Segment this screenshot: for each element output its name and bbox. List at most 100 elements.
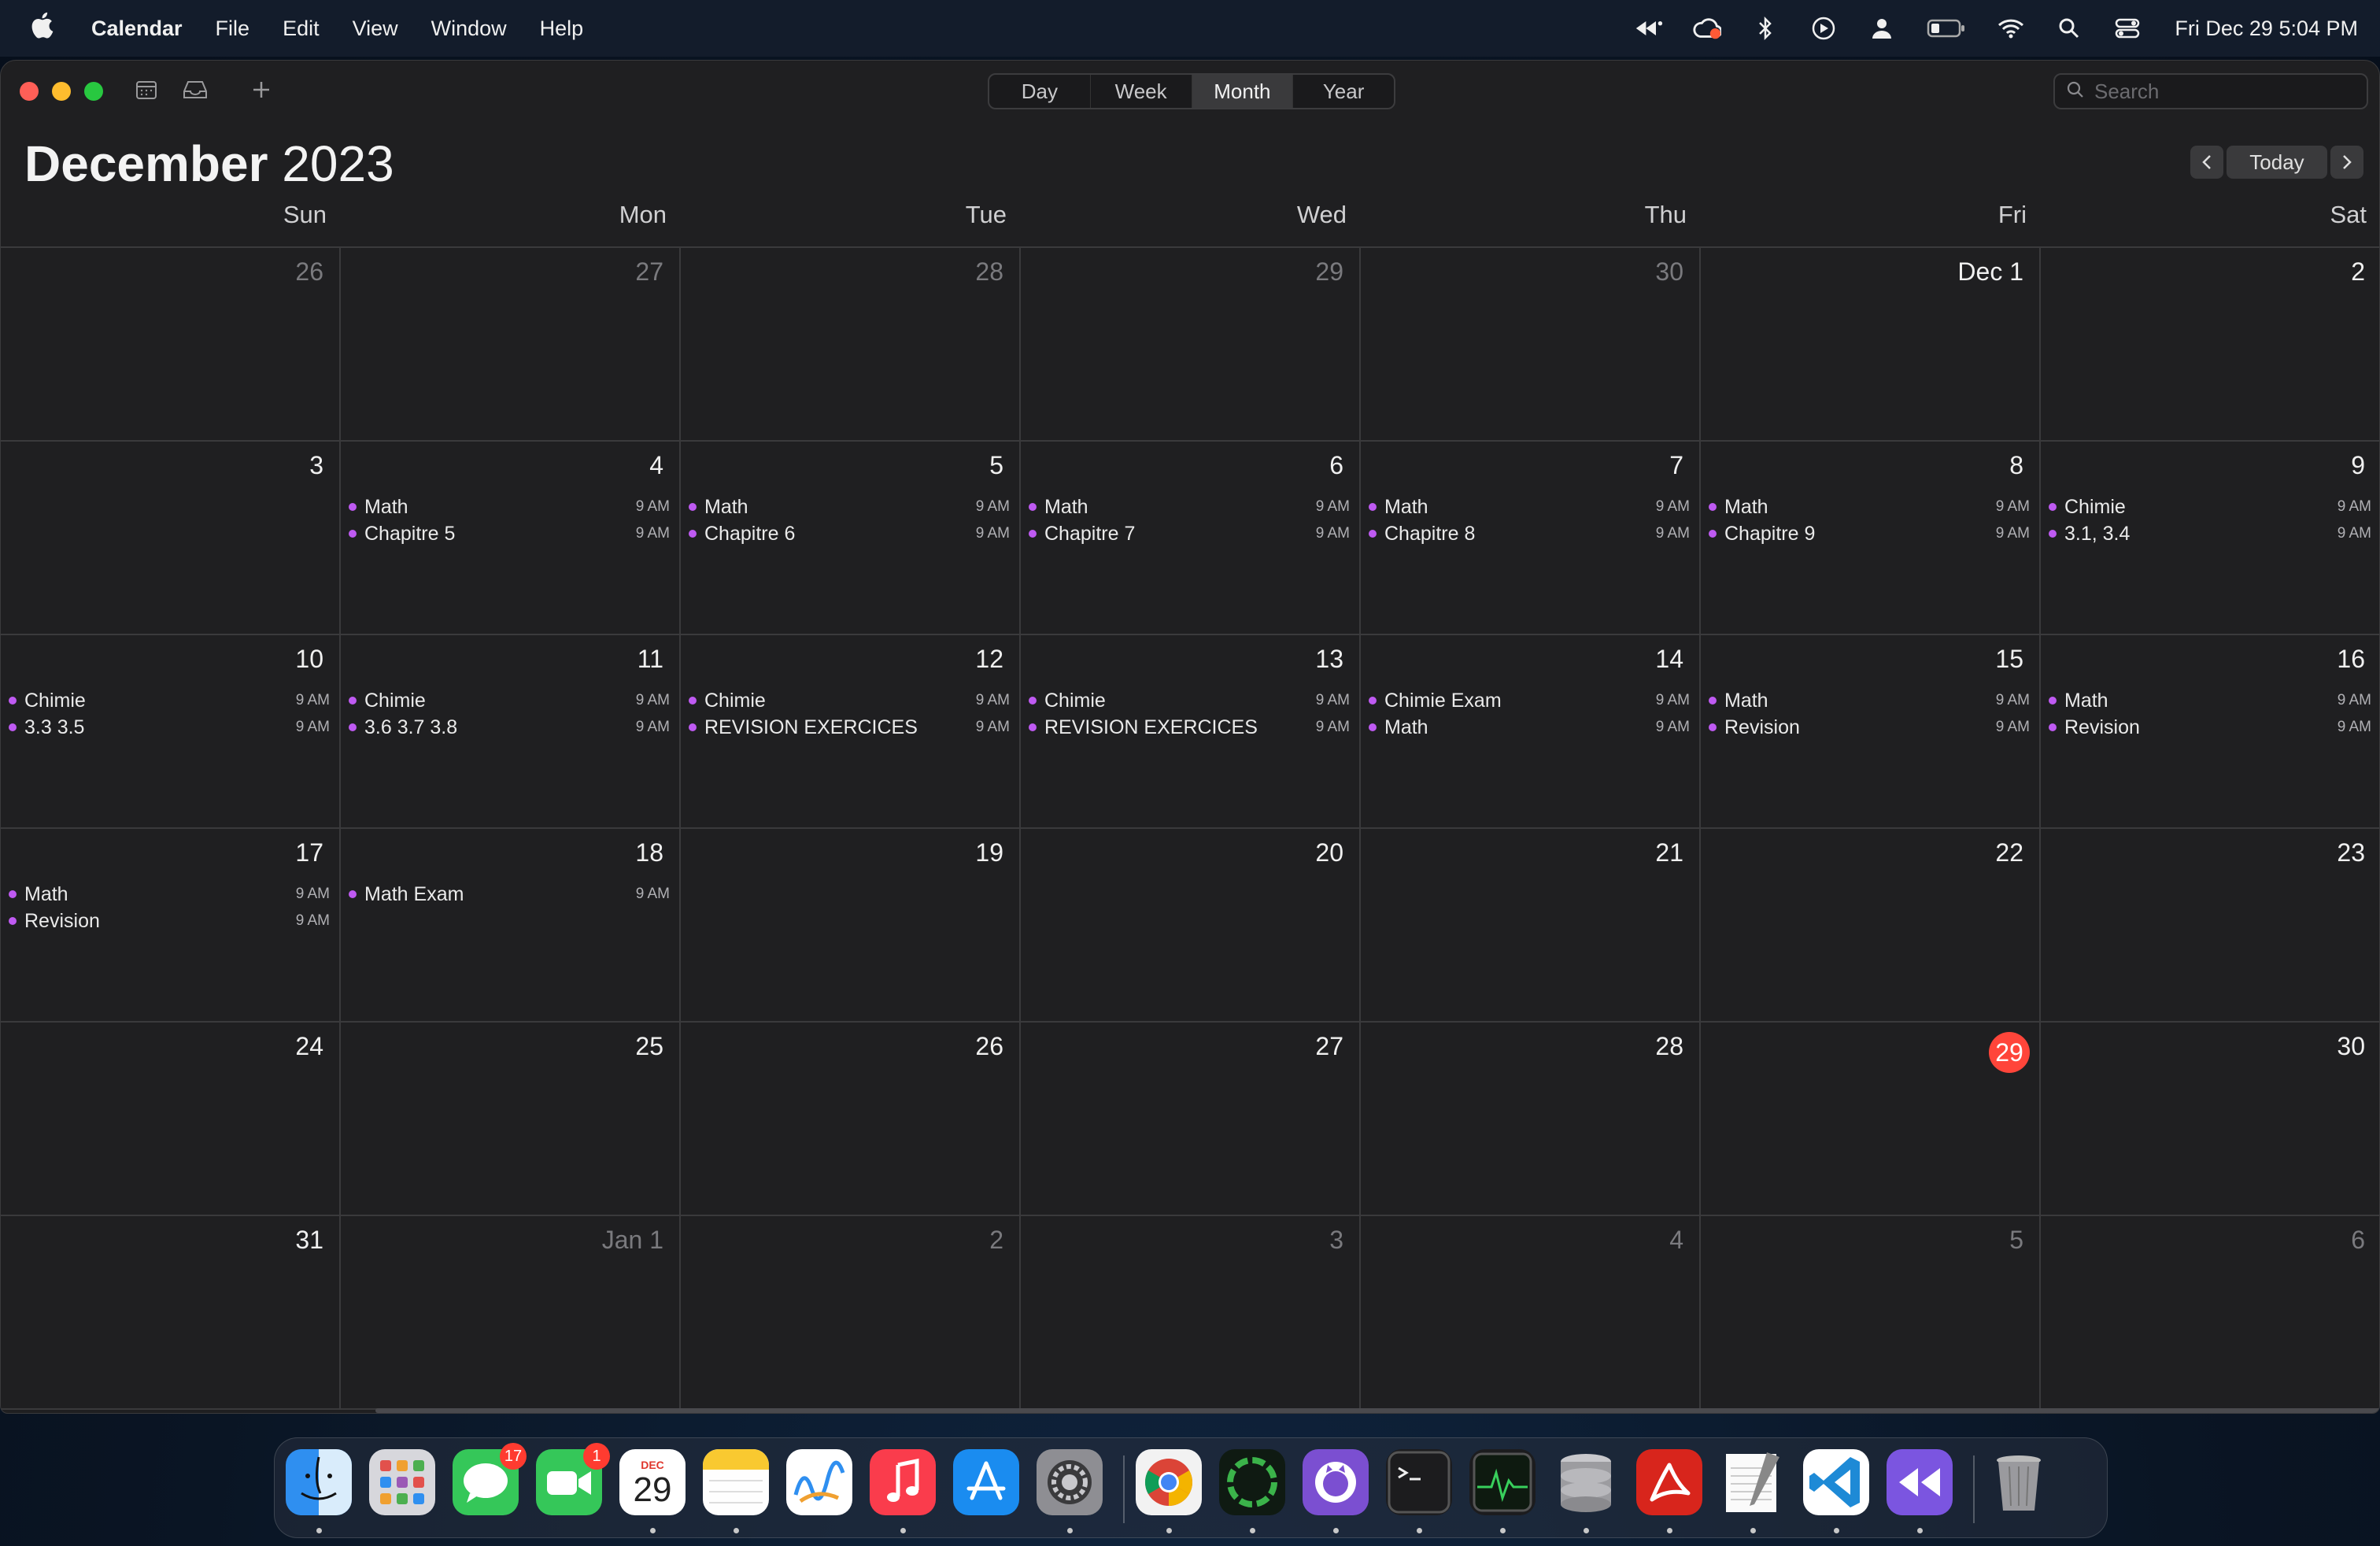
event-item[interactable]: Chimie Exam 9 AM <box>1369 687 1690 714</box>
chrome-icon[interactable] <box>1136 1449 1202 1515</box>
now-playing-icon[interactable] <box>1809 14 1838 43</box>
event-item[interactable]: Math 9 AM <box>2049 687 2371 714</box>
rewind-icon[interactable] <box>1887 1449 1953 1515</box>
day-cell[interactable]: 29 <box>1021 248 1361 442</box>
day-cell[interactable]: 20 <box>1021 829 1361 1023</box>
event-item[interactable]: Revision 9 AM <box>9 908 330 934</box>
acrobat-icon[interactable] <box>1636 1449 1702 1515</box>
day-cell[interactable]: 2 <box>681 1216 1021 1410</box>
freeform-icon[interactable] <box>786 1449 852 1515</box>
previous-month-button[interactable] <box>2190 146 2223 179</box>
day-cell[interactable]: 22 <box>1701 829 2041 1023</box>
menu-help[interactable]: Help <box>540 17 584 41</box>
menu-edit[interactable]: Edit <box>283 17 320 41</box>
event-item[interactable]: 3.6 3.7 3.8 9 AM <box>349 714 670 741</box>
day-cell[interactable]: 13 Chimie 9 AM REVISION EXERCICES 9 AM <box>1021 635 1361 829</box>
event-item[interactable]: Chapitre 6 9 AM <box>689 520 1010 547</box>
day-cell[interactable]: 6 <box>2041 1216 2379 1410</box>
event-item[interactable]: Chimie 9 AM <box>689 687 1010 714</box>
menu-bar-clock[interactable]: Fri Dec 29 5:04 PM <box>2175 17 2358 41</box>
terminal-icon[interactable] <box>1386 1449 1452 1515</box>
day-cell[interactable]: 2 <box>2041 248 2379 442</box>
day-cell[interactable]: 12 Chimie 9 AM REVISION EXERCICES 9 AM <box>681 635 1021 829</box>
event-item[interactable]: Math 9 AM <box>689 494 1010 520</box>
day-cell[interactable]: 26 <box>1 248 341 442</box>
view-week-tab[interactable]: Week <box>1091 75 1192 108</box>
day-cell[interactable]: 3 <box>1 442 341 635</box>
day-cell[interactable]: Dec 1 <box>1701 248 2041 442</box>
event-item[interactable]: Chapitre 7 9 AM <box>1029 520 1350 547</box>
music-icon[interactable] <box>870 1449 936 1515</box>
day-cell[interactable]: 4 Math 9 AM Chapitre 5 9 AM <box>341 442 681 635</box>
database-icon[interactable] <box>1553 1449 1619 1515</box>
day-cell[interactable]: Jan 1 <box>341 1216 681 1410</box>
inbox-icon[interactable] <box>182 78 210 105</box>
day-cell[interactable]: 17 Math 9 AM Revision 9 AM <box>1 829 341 1023</box>
event-item[interactable]: Revision 9 AM <box>1709 714 2030 741</box>
event-item[interactable]: REVISION EXERCICES 9 AM <box>1029 714 1350 741</box>
day-cell[interactable]: 29 <box>1701 1023 2041 1216</box>
horizontal-scrollbar[interactable] <box>1 1407 2379 1413</box>
event-item[interactable]: Chimie 9 AM <box>9 687 330 714</box>
day-cell[interactable]: 28 <box>681 248 1021 442</box>
add-event-icon[interactable] <box>249 78 278 105</box>
system-settings-icon[interactable] <box>1037 1449 1103 1515</box>
view-year-tab[interactable]: Year <box>1293 75 1394 108</box>
minimize-window-button[interactable] <box>52 82 71 101</box>
battery-icon[interactable] <box>1926 14 1967 43</box>
day-cell[interactable]: 21 <box>1361 829 1701 1023</box>
textedit-icon[interactable] <box>1720 1449 1786 1515</box>
launchpad-icon[interactable] <box>369 1449 435 1515</box>
day-cell[interactable]: 7 Math 9 AM Chapitre 8 9 AM <box>1361 442 1701 635</box>
event-item[interactable]: Chimie 9 AM <box>349 687 670 714</box>
day-cell[interactable]: 8 Math 9 AM Chapitre 9 9 AM <box>1701 442 2041 635</box>
calendars-sidebar-icon[interactable] <box>135 78 163 105</box>
event-item[interactable]: Revision 9 AM <box>2049 714 2371 741</box>
today-button[interactable]: Today <box>2227 146 2327 179</box>
user-icon[interactable] <box>1868 14 1896 43</box>
day-cell[interactable]: 4 <box>1361 1216 1701 1410</box>
view-month-tab[interactable]: Month <box>1192 75 1294 108</box>
search-input[interactable] <box>2094 79 2346 104</box>
event-item[interactable]: Math 9 AM <box>1709 494 2030 520</box>
apple-menu-icon[interactable] <box>30 12 71 46</box>
notes-icon[interactable] <box>703 1449 769 1515</box>
search-box[interactable] <box>2053 73 2368 109</box>
finder-icon[interactable] <box>286 1449 352 1515</box>
day-cell[interactable]: 5 Math 9 AM Chapitre 6 9 AM <box>681 442 1021 635</box>
wifi-icon[interactable] <box>1997 14 2025 43</box>
day-cell[interactable]: 6 Math 9 AM Chapitre 7 9 AM <box>1021 442 1361 635</box>
menu-file[interactable]: File <box>216 17 250 41</box>
event-item[interactable]: Chimie 9 AM <box>1029 687 1350 714</box>
day-cell[interactable]: 25 <box>341 1023 681 1216</box>
day-cell[interactable]: 31 <box>1 1216 341 1410</box>
event-item[interactable]: Chapitre 5 9 AM <box>349 520 670 547</box>
menu-window[interactable]: Window <box>431 17 507 41</box>
control-center-icon[interactable] <box>2113 14 2142 43</box>
scrollbar-thumb[interactable] <box>375 1408 2379 1413</box>
day-cell[interactable]: 10 Chimie 9 AM 3.3 3.5 9 AM <box>1 635 341 829</box>
event-item[interactable]: REVISION EXERCICES 9 AM <box>689 714 1010 741</box>
day-cell[interactable]: 19 <box>681 829 1021 1023</box>
calendar-icon[interactable]: DEC 29 <box>619 1449 686 1515</box>
event-item[interactable]: 3.3 3.5 9 AM <box>9 714 330 741</box>
bluetooth-icon[interactable] <box>1751 14 1779 43</box>
next-month-button[interactable] <box>2330 146 2363 179</box>
zoom-window-button[interactable] <box>84 82 103 101</box>
event-item[interactable]: Math 9 AM <box>1029 494 1350 520</box>
github-icon[interactable] <box>1303 1449 1369 1515</box>
day-cell[interactable]: 16 Math 9 AM Revision 9 AM <box>2041 635 2379 829</box>
menu-view[interactable]: View <box>353 17 398 41</box>
day-cell[interactable]: 3 <box>1021 1216 1361 1410</box>
rewind-status-icon[interactable] <box>1635 14 1663 43</box>
event-item[interactable]: Math 9 AM <box>1369 494 1690 520</box>
event-item[interactable]: Chapitre 8 9 AM <box>1369 520 1690 547</box>
app-store-icon[interactable] <box>953 1449 1019 1515</box>
event-item[interactable]: Chapitre 9 9 AM <box>1709 520 2030 547</box>
view-day-tab[interactable]: Day <box>989 75 1091 108</box>
event-item[interactable]: Chimie 9 AM <box>2049 494 2371 520</box>
day-cell[interactable]: 24 <box>1 1023 341 1216</box>
activity-monitor-icon[interactable] <box>1469 1449 1536 1515</box>
day-cell[interactable]: 28 <box>1361 1023 1701 1216</box>
day-cell[interactable]: 11 Chimie 9 AM 3.6 3.7 3.8 9 AM <box>341 635 681 829</box>
